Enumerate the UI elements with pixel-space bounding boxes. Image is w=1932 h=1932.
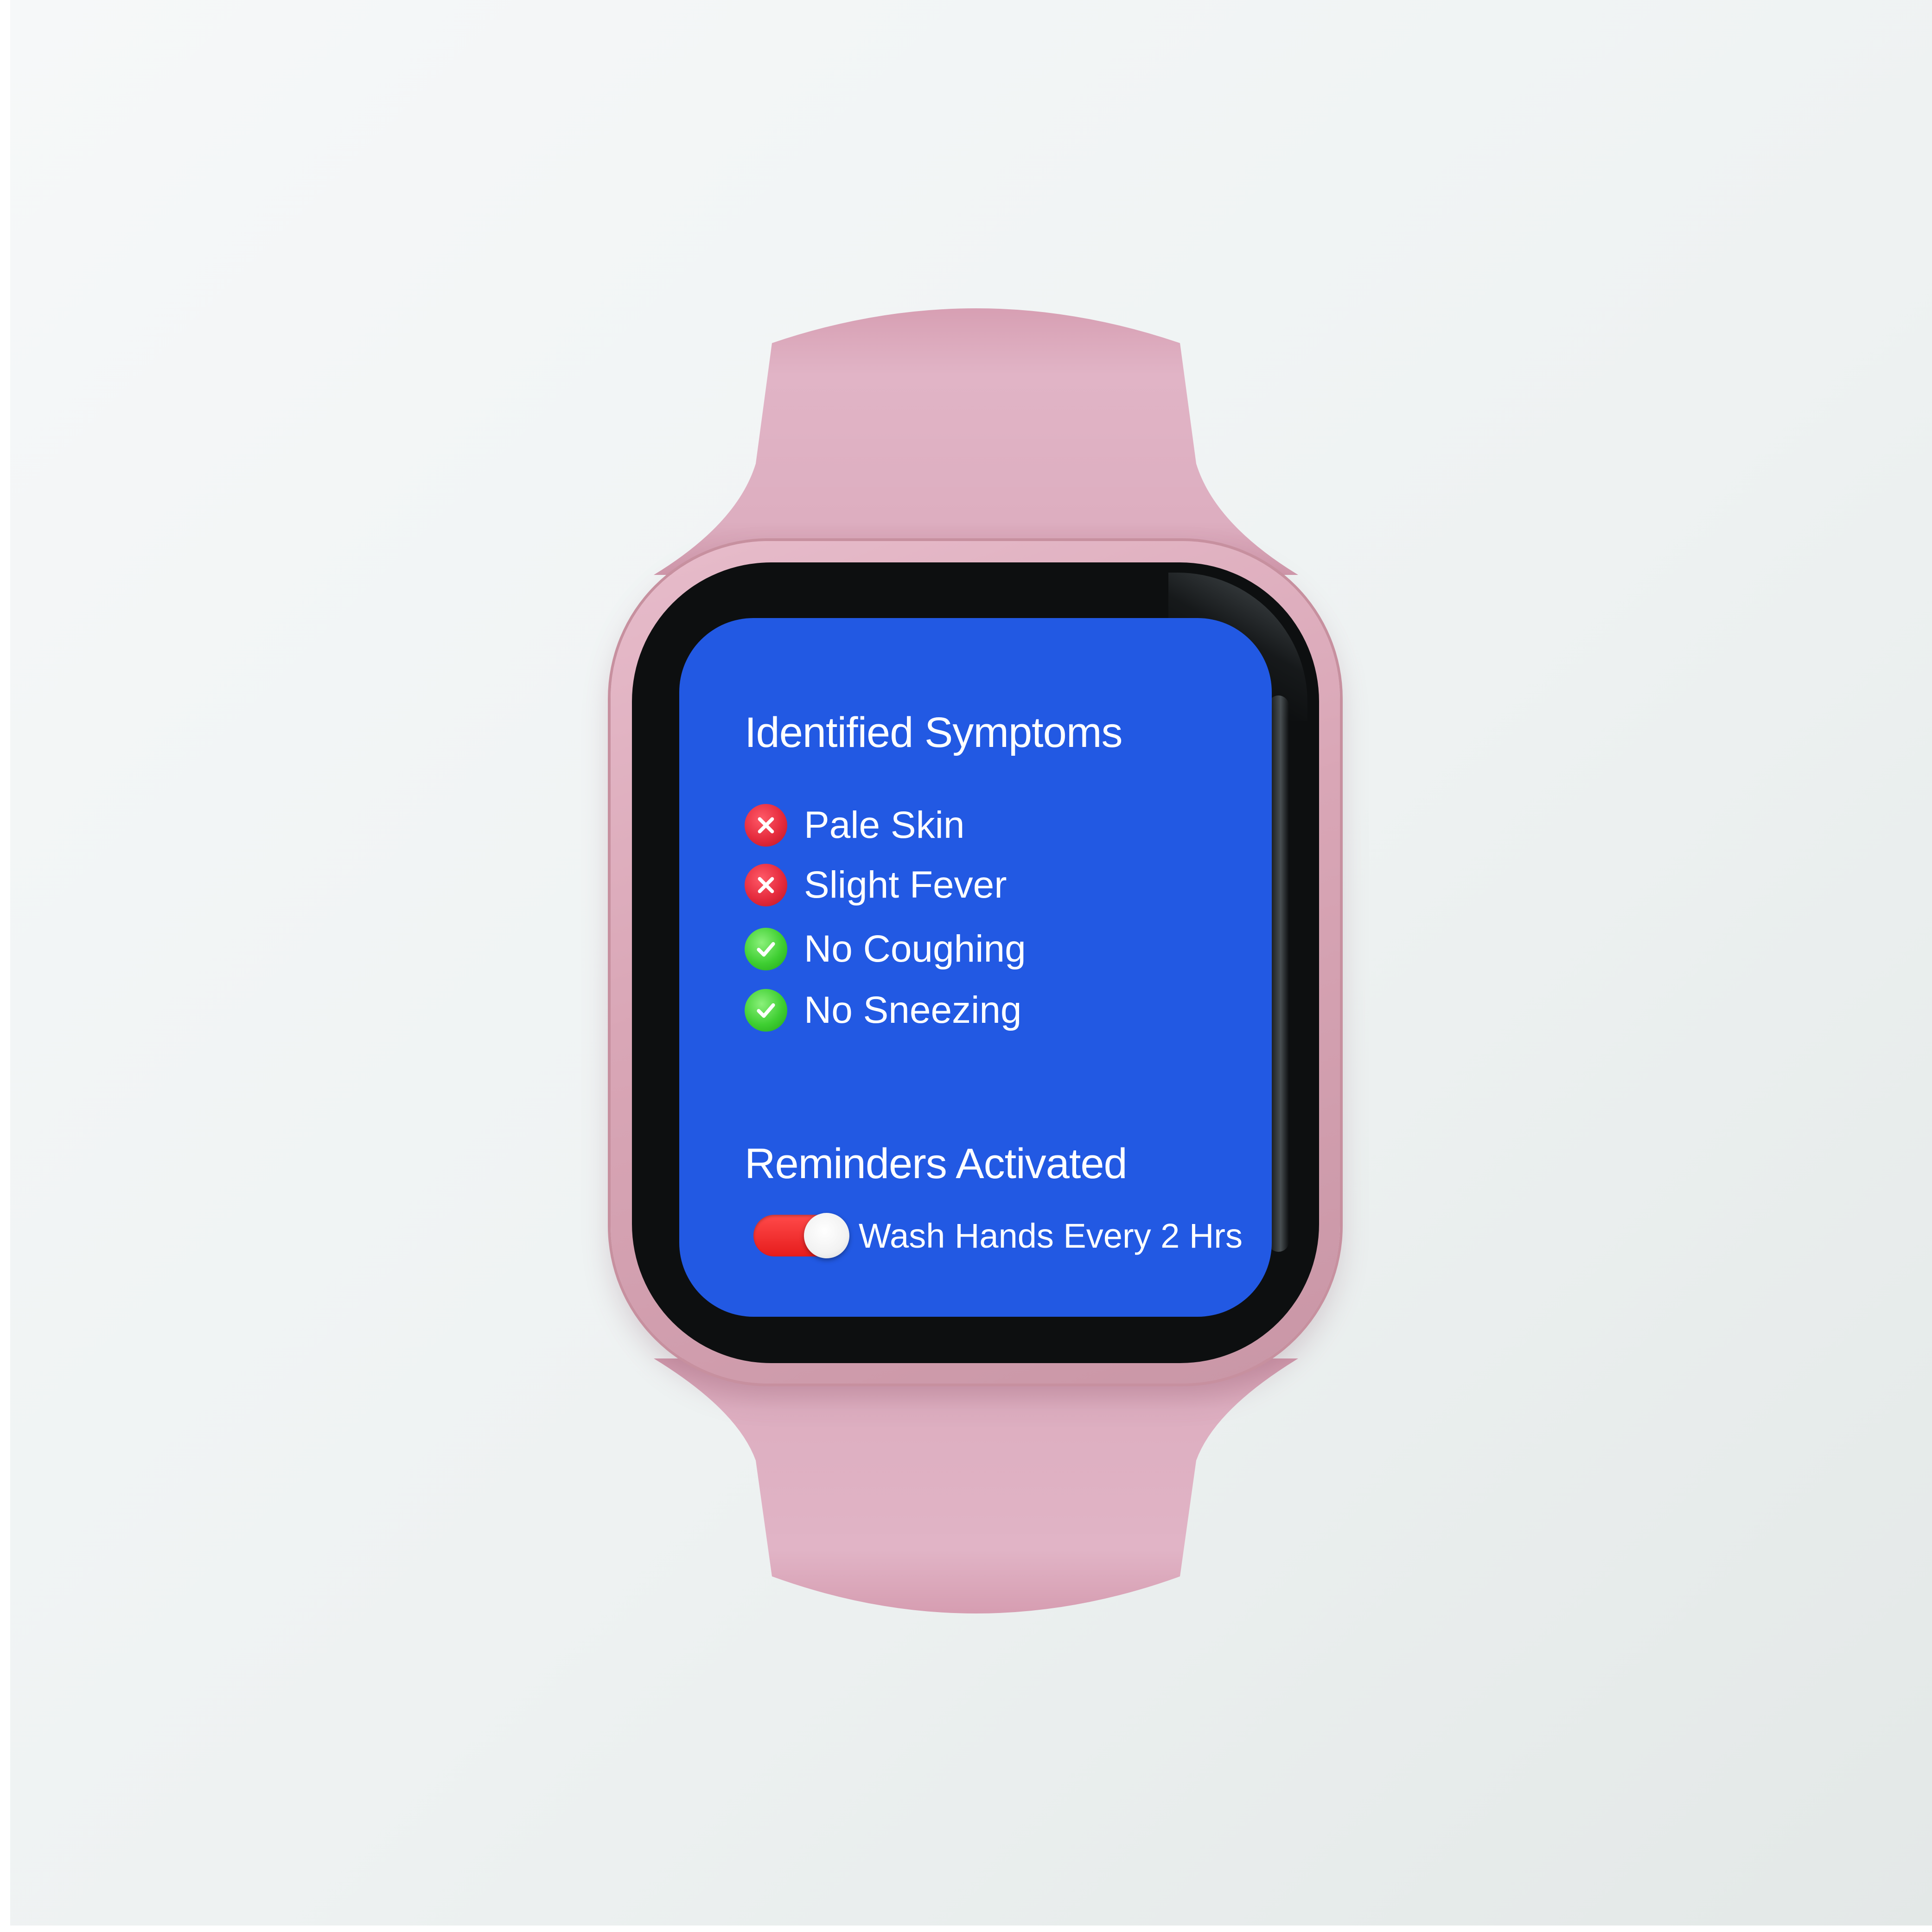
reminder-row: Wash Hands Every 2 Hrs (753, 1212, 1243, 1259)
symptom-item-no-sneezing[interactable]: No Sneezing (745, 987, 1022, 1033)
strap-top (654, 308, 1298, 575)
symptom-item-slight-fever[interactable]: Slight Fever (745, 862, 1007, 908)
symptom-label: Pale Skin (804, 804, 965, 846)
watch-screen: Identified Symptoms Pale Skin Slight Fev… (679, 618, 1272, 1317)
symptom-label: Slight Fever (804, 864, 1007, 906)
reminder-label: Wash Hands Every 2 Hrs (859, 1216, 1243, 1255)
x-circle-icon (745, 864, 787, 906)
symptom-label: No Sneezing (804, 989, 1022, 1031)
symptom-item-pale-skin[interactable]: Pale Skin (745, 802, 964, 848)
reminders-title: Reminders Activated (745, 1140, 1128, 1187)
x-circle-icon (745, 804, 787, 847)
toggle-knob (804, 1213, 849, 1258)
symptom-item-no-coughing[interactable]: No Coughing (745, 926, 1026, 972)
check-circle-icon (745, 928, 787, 970)
strap-bottom (654, 1358, 1298, 1613)
check-circle-icon (745, 989, 787, 1032)
symptoms-title: Identified Symptoms (745, 709, 1122, 756)
symptom-label: No Coughing (804, 928, 1026, 970)
reminder-toggle[interactable] (753, 1213, 849, 1258)
